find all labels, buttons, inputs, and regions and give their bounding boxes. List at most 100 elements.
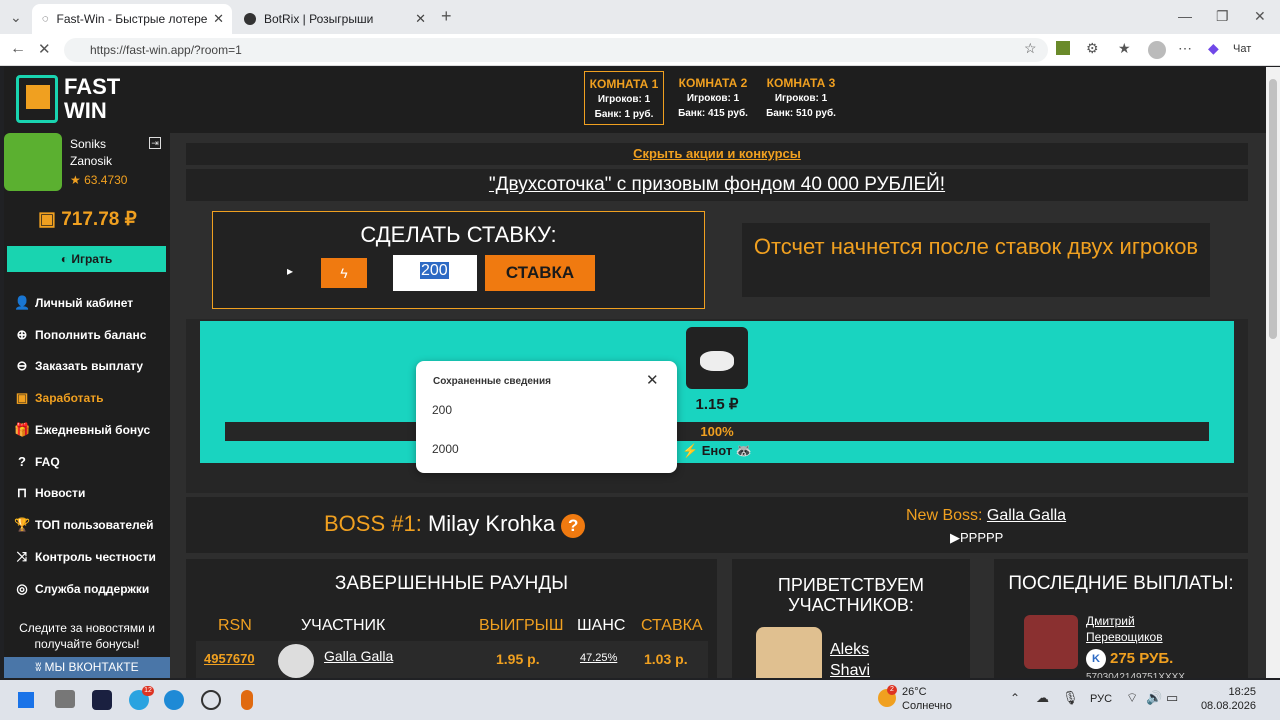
new-tab-icon[interactable]: + — [441, 6, 452, 27]
menu-news[interactable]: ⊓ Новости — [14, 485, 85, 501]
balance: ▣ 717.78 ₽ — [38, 208, 137, 231]
room-name: КОМНАТА 2 — [678, 76, 748, 90]
new-boss-line: New Boss: Galla Galla — [906, 507, 1066, 525]
room-players: Игроков: 1 — [597, 94, 651, 105]
logo-text-top: FAST — [64, 74, 121, 99]
tray-chevron-icon[interactable]: ⌃ — [1010, 691, 1020, 705]
scrollbar-thumb[interactable] — [1269, 79, 1277, 339]
play-button[interactable]: ◐ Играть — [7, 246, 166, 272]
welcome-name[interactable]: Aleks Shavi — [830, 639, 890, 678]
clock-time[interactable]: 18:25 — [1196, 686, 1256, 698]
room-1[interactable]: КОМНАТА 1 Игроков: 1 Банк: 1 руб. — [584, 71, 664, 125]
bet-panel: СДЕЛАТЬ СТАВКУ: ϟ 200 СТАВКА ▸ — [212, 211, 705, 309]
row-user[interactable]: Galla Galla — [324, 648, 393, 664]
wifi-icon[interactable]: ⌔ — [1126, 690, 1138, 706]
menu-withdraw[interactable]: ⊖ Заказать выплату — [14, 358, 144, 374]
sidebar: FAST WIN Soniks Zanosik ★ 63.4730 ⇥ ▣ 71… — [4, 67, 170, 678]
help-icon[interactable]: ? — [561, 514, 586, 538]
page-scrollbar[interactable] — [1266, 67, 1280, 678]
promo-banner[interactable]: "Двухсоточка" с призовым фондом 40 000 Р… — [186, 169, 1248, 201]
menu-daily-bonus[interactable]: 🎁 Ежедневный бонус — [14, 422, 150, 438]
tab-actions-icon[interactable]: ⌄ — [10, 9, 22, 26]
back-icon[interactable]: ← — [10, 40, 26, 58]
autofill-header: Сохраненные сведения — [433, 376, 551, 387]
cloud-icon[interactable]: ☁ — [1036, 690, 1049, 706]
row-rsn[interactable]: 4957670 — [204, 651, 255, 666]
room-3[interactable]: КОМНАТА 3 Игроков: 1 Банк: 510 руб. — [758, 71, 844, 125]
progress-label: 100% — [700, 424, 734, 439]
row-avatar — [278, 644, 314, 678]
user-avatar[interactable] — [4, 133, 62, 191]
bet-input[interactable]: 200 — [393, 255, 477, 291]
autofill-option[interactable]: 2000 — [416, 437, 677, 461]
close-window-icon[interactable]: ✕ — [1254, 8, 1266, 25]
edge-icon[interactable] — [164, 690, 184, 710]
weather-badge: 2 — [887, 685, 897, 695]
favorite-star-icon[interactable]: ☆ — [1024, 40, 1037, 57]
boss-name[interactable]: Milay Krohka — [428, 511, 555, 536]
vk-label: МЫ ВКОНТАКТЕ — [44, 660, 139, 674]
language-indicator[interactable]: РУС — [1090, 693, 1112, 705]
menu-top-users[interactable]: 🏆 ТОП пользователей — [14, 517, 154, 533]
payment-system-icon: K — [1086, 649, 1106, 669]
microphone-icon[interactable]: 🎙 — [1062, 690, 1079, 706]
rounds-panel: ЗАВЕРШЕННЫЕ РАУНДЫ RSN УЧАСТНИК ВЫИГРЫШ … — [186, 559, 717, 678]
extensions-icon[interactable]: ⚙ — [1086, 40, 1099, 57]
maximize-icon[interactable]: ❐ — [1216, 8, 1229, 25]
app-icon[interactable] — [92, 690, 112, 710]
lightning-button[interactable]: ϟ — [321, 258, 367, 288]
menu-faq[interactable]: ? FAQ — [14, 454, 60, 469]
start-icon[interactable] — [16, 690, 36, 710]
table-row: 4957670 Galla Galla 1.95 р. 47.25% 1.03 … — [196, 641, 708, 678]
menu-fairness[interactable]: ⤨ Контроль честности — [14, 549, 156, 565]
payout-avatar — [1024, 615, 1078, 669]
close-tab-icon[interactable]: ✕ — [415, 11, 426, 27]
fastwin-logo[interactable]: FAST WIN — [16, 75, 146, 125]
clock-date[interactable]: 08.08.2026 — [1188, 700, 1256, 712]
tab-botrix[interactable]: BotRix | Розыгрыши ✕ — [234, 4, 434, 34]
battery-icon[interactable]: ▭ — [1166, 690, 1178, 706]
task-view-icon[interactable] — [55, 690, 75, 708]
bet-button[interactable]: СТАВКА — [485, 255, 595, 291]
minimize-icon[interactable]: — — [1178, 8, 1192, 24]
profile-icon[interactable] — [1148, 41, 1166, 59]
countdown-panel: Отсчет начнется после ставок двух игроко… — [742, 223, 1210, 297]
boss-flags: ▶PPPPP — [950, 530, 1004, 545]
tab-fastwin[interactable]: ◌ Fast-Win - Быстрые лотереи! Ком ✕ — [32, 4, 232, 34]
shuffle-icon: ⤨ — [16, 549, 28, 564]
logout-icon[interactable]: ⇥ — [149, 137, 161, 149]
favorites-icon[interactable]: ★ — [1118, 40, 1131, 57]
menu-label: Контроль честности — [35, 550, 156, 564]
volume-icon[interactable]: 🔊 — [1146, 690, 1162, 706]
hide-promo-link[interactable]: Скрыть акции и конкурсы — [186, 143, 1248, 165]
arrow-down-circle-icon: ⊖ — [16, 358, 28, 373]
room-name: КОМНАТА 3 — [766, 76, 836, 90]
copilot-icon[interactable]: ◆ — [1208, 40, 1219, 57]
play-label: Играть — [71, 252, 113, 266]
extension-icon[interactable] — [1056, 41, 1070, 55]
menu-cabinet[interactable]: 👤 Личный кабинет — [14, 295, 133, 311]
menu-topup[interactable]: ⊕ Пополнить баланс — [14, 327, 147, 343]
user-first-name: Soniks — [70, 137, 107, 151]
more-icon[interactable]: ⋯ — [1178, 40, 1192, 57]
menu-earn[interactable]: ▣ Заработать — [14, 390, 104, 406]
row-chance[interactable]: 47.25% — [580, 652, 617, 664]
obs-icon[interactable] — [201, 690, 221, 710]
new-boss-name[interactable]: Galla Galla — [987, 507, 1066, 524]
room-bank: Банк: 1 руб. — [594, 109, 654, 120]
vk-button[interactable]: ʬ МЫ ВКОНТАКТЕ — [4, 657, 170, 678]
mic-app-icon[interactable] — [241, 690, 253, 710]
main-content: Скрыть акции и конкурсы "Двухсоточка" с … — [170, 133, 1266, 678]
autofill-option[interactable]: 200 — [416, 398, 677, 422]
url-field[interactable]: https://fast-win.app/?room=1 — [64, 38, 1048, 62]
menu-support[interactable]: ◎ Служба поддержки — [14, 581, 149, 597]
game-panel: 1.15 ₽ 100% ⚡ Енот 🦝 — [186, 319, 1248, 493]
room-2[interactable]: КОМНАТА 2 Игроков: 1 Банк: 415 руб. — [670, 71, 756, 125]
autofill-option-label: 2000 — [432, 442, 459, 456]
copilot-label[interactable]: Чат — [1233, 43, 1251, 55]
payout-name[interactable]: Дмитрий Перевощиков — [1086, 613, 1196, 645]
close-icon[interactable]: ✕ — [646, 371, 659, 389]
close-tab-icon[interactable]: ✕ — [213, 11, 224, 27]
menu-label: Личный кабинет — [35, 296, 134, 310]
stop-icon[interactable]: ✕ — [38, 40, 51, 58]
